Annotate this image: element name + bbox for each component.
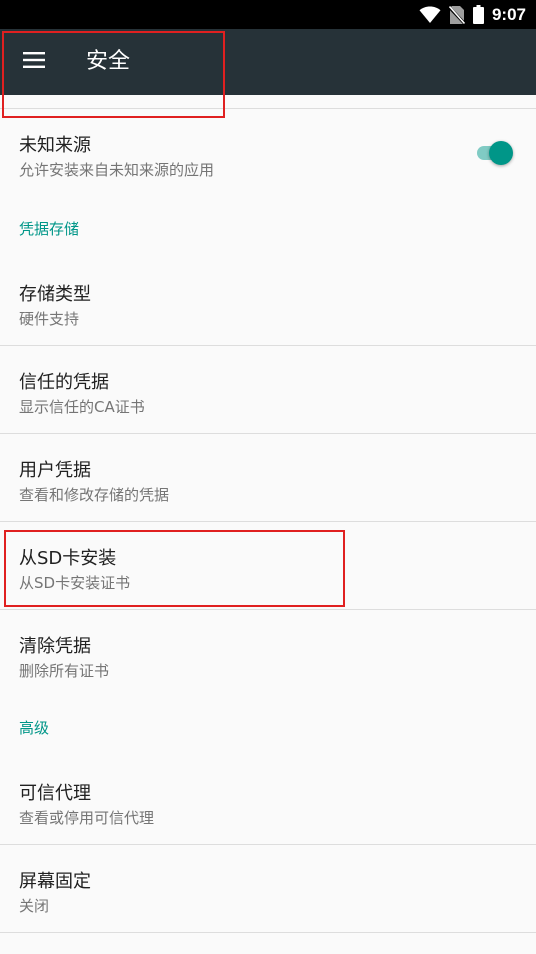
status-bar: 9:07 — [0, 0, 536, 29]
pref-summary: 查看或停用可信代理 — [19, 809, 155, 827]
divider — [0, 932, 536, 933]
pref-summary: 允许安装来自未知来源的应用 — [19, 161, 215, 179]
pref-trust-agents[interactable]: 可信代理 查看或停用可信代理 — [0, 757, 536, 844]
pref-summary: 查看和修改存储的凭据 — [19, 486, 170, 504]
pref-install-from-sd[interactable]: 从SD卡安装 从SD卡安装证书 — [0, 522, 536, 609]
category-advanced: 高级 — [19, 719, 50, 737]
no-sim-icon — [448, 5, 465, 25]
pref-title: 屏幕固定 — [19, 871, 91, 892]
wifi-icon — [419, 6, 441, 24]
pref-title: 未知来源 — [19, 135, 91, 156]
pref-screen-pinning[interactable]: 屏幕固定 关闭 — [0, 845, 536, 932]
pref-summary: 删除所有证书 — [19, 662, 110, 680]
pref-unknown-sources[interactable]: 未知来源 允许安装来自未知来源的应用 — [0, 109, 536, 196]
pref-title: 用户凭据 — [19, 460, 91, 481]
menu-button[interactable] — [10, 38, 58, 86]
pref-clear-credentials[interactable]: 清除凭据 删除所有证书 — [0, 610, 536, 697]
pref-title: 信任的凭据 — [19, 372, 109, 393]
app-bar: 安全 — [0, 29, 536, 95]
pref-title: 可信代理 — [19, 783, 91, 804]
pref-summary: 从SD卡安装证书 — [19, 574, 131, 592]
pref-storage-type[interactable]: 存储类型 硬件支持 — [0, 258, 536, 345]
pref-summary: 硬件支持 — [19, 310, 80, 328]
pref-title: 存储类型 — [19, 284, 91, 305]
status-time: 9:07 — [491, 4, 526, 24]
category-credential-storage: 凭据存储 — [19, 220, 80, 238]
settings-list: 未知来源 允许安装来自未知来源的应用 凭据存储 存储类型 硬件支持 信任的凭据 … — [0, 95, 536, 954]
pref-user-credentials[interactable]: 用户凭据 查看和修改存储的凭据 — [0, 434, 536, 521]
pref-summary: 显示信任的CA证书 — [19, 398, 145, 416]
switch-thumb — [489, 141, 513, 165]
pref-title: 清除凭据 — [19, 636, 91, 657]
battery-icon — [472, 5, 484, 24]
pref-trusted-credentials[interactable]: 信任的凭据 显示信任的CA证书 — [0, 346, 536, 433]
hamburger-menu-icon — [23, 52, 45, 72]
status-icons: 9:07 — [419, 0, 526, 29]
pref-summary: 关闭 — [19, 897, 50, 915]
page-title: 安全 — [86, 49, 131, 74]
pref-title: 从SD卡安装 — [19, 548, 117, 569]
unknown-sources-switch[interactable] — [477, 141, 513, 165]
